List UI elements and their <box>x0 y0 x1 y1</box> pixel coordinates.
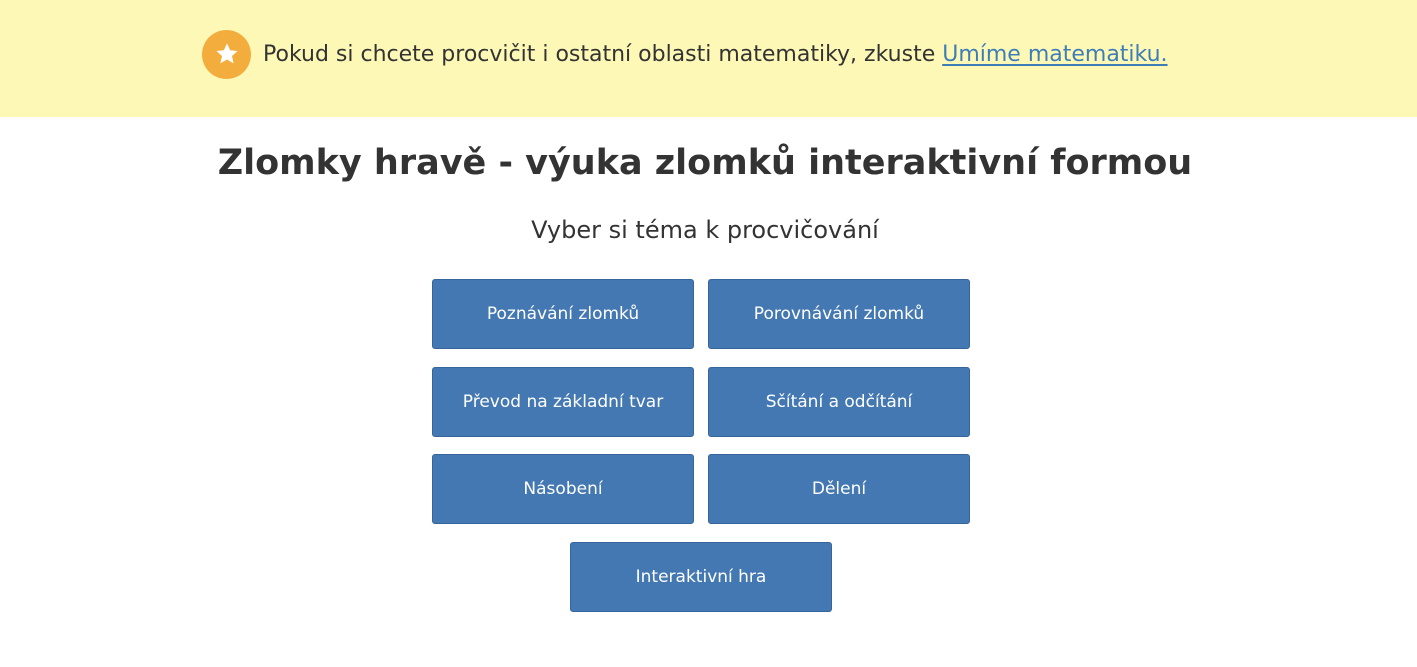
promo-banner-content: Pokud si chcete procvičit i ostatní obla… <box>202 29 1168 79</box>
topic-button-interaktivni-hra[interactable]: Interaktivní hra <box>570 542 832 612</box>
promo-message: Pokud si chcete procvičit i ostatní obla… <box>263 41 943 67</box>
star-icon <box>202 29 251 79</box>
page-title-brand: Zlomky hravě <box>217 143 487 183</box>
topic-button-prevod-na-zakladni-tvar[interactable]: Převod na základní tvar <box>432 367 694 437</box>
umime-matematiku-link[interactable]: Umíme matematiku. <box>942 42 1167 67</box>
topic-prompt: Vyber si téma k procvičování <box>531 216 879 244</box>
page-title: Zlomky hravě - výuka zlomků interaktivní… <box>0 140 1410 186</box>
promo-banner: Pokud si chcete procvičit i ostatní obla… <box>0 0 1417 117</box>
topic-button-porovnavani-zlomku[interactable]: Porovnávání zlomků <box>708 279 970 349</box>
topic-button-poznavani-zlomku[interactable]: Poznávání zlomků <box>432 279 694 349</box>
topic-button-scitani-a-odcitani[interactable]: Sčítání a odčítání <box>708 367 970 437</box>
promo-text: Pokud si chcete procvičit i ostatní obla… <box>263 42 1168 67</box>
topic-button-nasobeni[interactable]: Násobení <box>432 454 694 524</box>
topic-button-deleni[interactable]: Dělení <box>708 454 970 524</box>
page-title-description: - výuka zlomků interaktivní formou <box>486 143 1193 183</box>
